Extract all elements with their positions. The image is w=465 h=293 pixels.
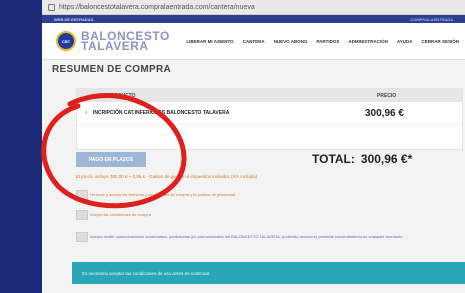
main-nav: LIBERAR MI ASIENTO CANTERA NUEVO ABONO P… xyxy=(186,39,459,44)
alert-text: Es necesario aceptar las condiciones de … xyxy=(82,270,211,276)
item-description: INCRIPCIÓN CAT.INFERIORES BALONCESTO TAL… xyxy=(93,110,230,116)
address-bar[interactable]: https://baloncestotalavera.compralaentra… xyxy=(42,0,465,15)
club-logo[interactable]: CBT xyxy=(56,31,76,51)
nav-nuevo-abono[interactable]: NUEVO ABONO xyxy=(274,39,308,44)
purchase-conditions-label[interactable]: Acepto las condiciones de compra xyxy=(90,212,151,217)
nav-partidos[interactable]: PARTIDOS xyxy=(316,39,339,44)
top-strip: WEB DE ENTRADAS COMPRALAENTRADA xyxy=(42,15,465,23)
nav-ayuda[interactable]: AYUDA xyxy=(397,39,413,44)
remove-item-icon[interactable]: x xyxy=(85,110,93,116)
order-total: TOTAL: 300,96 €* xyxy=(312,152,412,166)
terms-checkbox[interactable] xyxy=(76,190,88,200)
table-header: PRODUCTO PRECIO xyxy=(77,89,462,102)
brand-name[interactable]: BALONCESTO TALAVERA xyxy=(81,30,170,52)
nav-administracion[interactable]: ADMINISTRACIÓN xyxy=(348,39,388,44)
site-header: CBT BALONCESTO TALAVERA LIBERAR MI ASIEN… xyxy=(42,23,465,60)
item-price: 300,96 € xyxy=(365,107,404,119)
marketing-label[interactable]: Acepto recibir comunicaciones comerciale… xyxy=(90,234,420,239)
nav-cantera[interactable]: CANTERA xyxy=(243,39,265,44)
nav-cerrar-sesion[interactable]: CERRAR SESIÓN xyxy=(421,39,459,44)
top-strip-right[interactable]: COMPRALAENTRADA xyxy=(410,17,453,22)
column-product: PRODUCTO xyxy=(107,92,136,99)
column-price: PRECIO xyxy=(377,92,397,99)
browser-window: https://baloncestotalavera.compralaentra… xyxy=(42,0,465,293)
page-title: RESUMEN DE COMPRA xyxy=(52,64,171,75)
pay-in-installments-button[interactable]: PAGO EN PLAZOS xyxy=(76,152,146,167)
validation-alert: Es necesario aceptar las condiciones de … xyxy=(72,262,465,284)
terms-label[interactable]: He leído y acepto los términos y condici… xyxy=(90,192,235,197)
top-strip-left[interactable]: WEB DE ENTRADAS xyxy=(54,17,93,22)
purchase-conditions-checkbox[interactable] xyxy=(76,210,88,220)
total-label: TOTAL: xyxy=(312,152,355,166)
order-summary-table: PRODUCTO PRECIO x INCRIPCIÓN CAT.INFERIO… xyxy=(76,88,463,150)
total-value: 300,96 €* xyxy=(360,152,413,166)
nav-liberar-asiento[interactable]: LIBERAR MI ASIENTO xyxy=(186,39,233,44)
price-note: El precio incluye 300,00 € + 0,96 € - Ga… xyxy=(76,174,258,179)
marketing-checkbox[interactable] xyxy=(76,232,88,242)
url-text[interactable]: https://baloncestotalavera.compralaentra… xyxy=(59,4,255,11)
lock-icon xyxy=(48,3,55,11)
table-row: x INCRIPCIÓN CAT.INFERIORES BALONCESTO T… xyxy=(77,102,462,125)
